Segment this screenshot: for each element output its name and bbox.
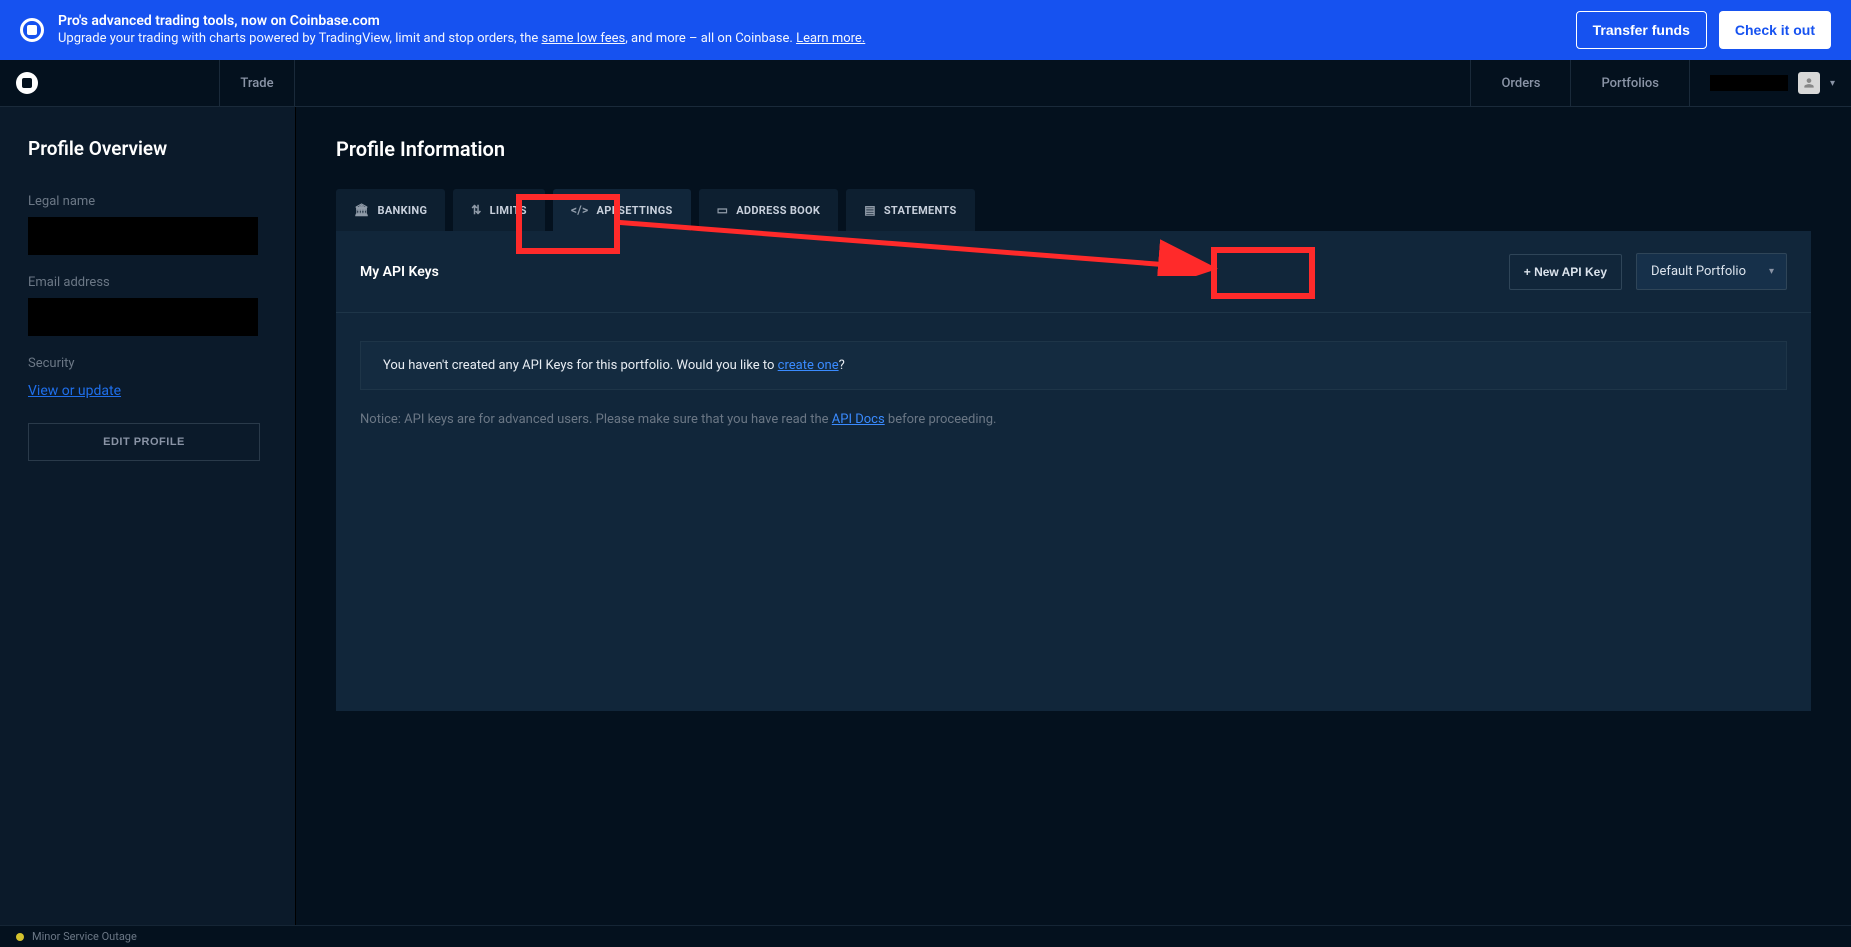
tab-statements[interactable]: ▤ STATEMENTS [846,189,974,231]
same-low-fees-link[interactable]: same low fees [541,31,625,46]
chevron-down-icon: ▾ [1830,78,1835,89]
portfolio-select[interactable]: Default Portfolio ▾ [1636,253,1787,290]
learn-more-link[interactable]: Learn more. [796,31,865,46]
app-logo[interactable] [0,60,220,106]
nav-trade[interactable]: Trade [220,60,295,106]
tab-address-book[interactable]: ▭ ADDRESS BOOK [699,189,839,231]
status-dot-icon [16,933,24,941]
empty-state-message: You haven't created any API Keys for thi… [360,341,1787,390]
status-text: Minor Service Outage [32,930,137,943]
tabs: 🏛 BANKING ⇅ LIMITS </> API SETTINGS ▭ AD… [336,189,1811,231]
email-redacted [28,298,258,336]
nav-user-menu[interactable]: ▾ [1689,60,1851,106]
panel-title: My API Keys [360,264,439,280]
user-name-redacted [1710,75,1788,91]
address-book-icon: ▭ [717,203,729,217]
main-content: Profile Information 🏛 BANKING ⇅ LIMITS <… [296,107,1851,925]
banner-title: Pro's advanced trading tools, now on Coi… [58,12,865,30]
nav-orders[interactable]: Orders [1470,60,1570,106]
portfolio-selected-label: Default Portfolio [1651,264,1746,279]
avatar-icon [1798,72,1820,94]
legal-name-redacted [28,217,258,255]
sidebar-heading: Profile Overview [28,137,267,160]
top-nav: Trade Orders Portfolios ▾ [0,60,1851,107]
coinbase-logo-icon [16,72,38,94]
check-it-out-button[interactable]: Check it out [1719,11,1831,49]
promo-banner: Pro's advanced trading tools, now on Coi… [0,0,1851,60]
statements-icon: ▤ [864,203,876,217]
limits-icon: ⇅ [471,203,481,217]
sidebar: Profile Overview Legal name Email addres… [0,107,296,925]
edit-profile-button[interactable]: EDIT PROFILE [28,423,260,461]
tab-banking[interactable]: 🏛 BANKING [336,189,445,231]
api-notice: Notice: API keys are for advanced users.… [360,412,1787,427]
new-api-key-button[interactable]: + New API Key [1509,254,1622,290]
nav-portfolios[interactable]: Portfolios [1570,60,1689,106]
banner-logo-icon [20,18,44,42]
legal-name-label: Legal name [28,194,267,209]
tab-api-settings[interactable]: </> API SETTINGS [553,189,691,231]
transfer-funds-button[interactable]: Transfer funds [1576,11,1707,49]
code-icon: </> [571,203,589,217]
chevron-down-icon: ▾ [1769,266,1774,277]
bank-icon: 🏛 [354,203,370,217]
email-label: Email address [28,275,267,290]
banner-subtitle: Upgrade your trading with charts powered… [58,31,865,48]
page-title: Profile Information [336,137,1811,161]
security-view-update-link[interactable]: View or update [28,383,121,399]
tab-limits[interactable]: ⇅ LIMITS [453,189,545,231]
api-keys-panel: My API Keys + New API Key Default Portfo… [336,231,1811,711]
security-label: Security [28,356,267,371]
status-bar: Minor Service Outage [0,925,1851,947]
api-docs-link[interactable]: API Docs [832,412,885,427]
create-one-link[interactable]: create one [778,358,839,373]
